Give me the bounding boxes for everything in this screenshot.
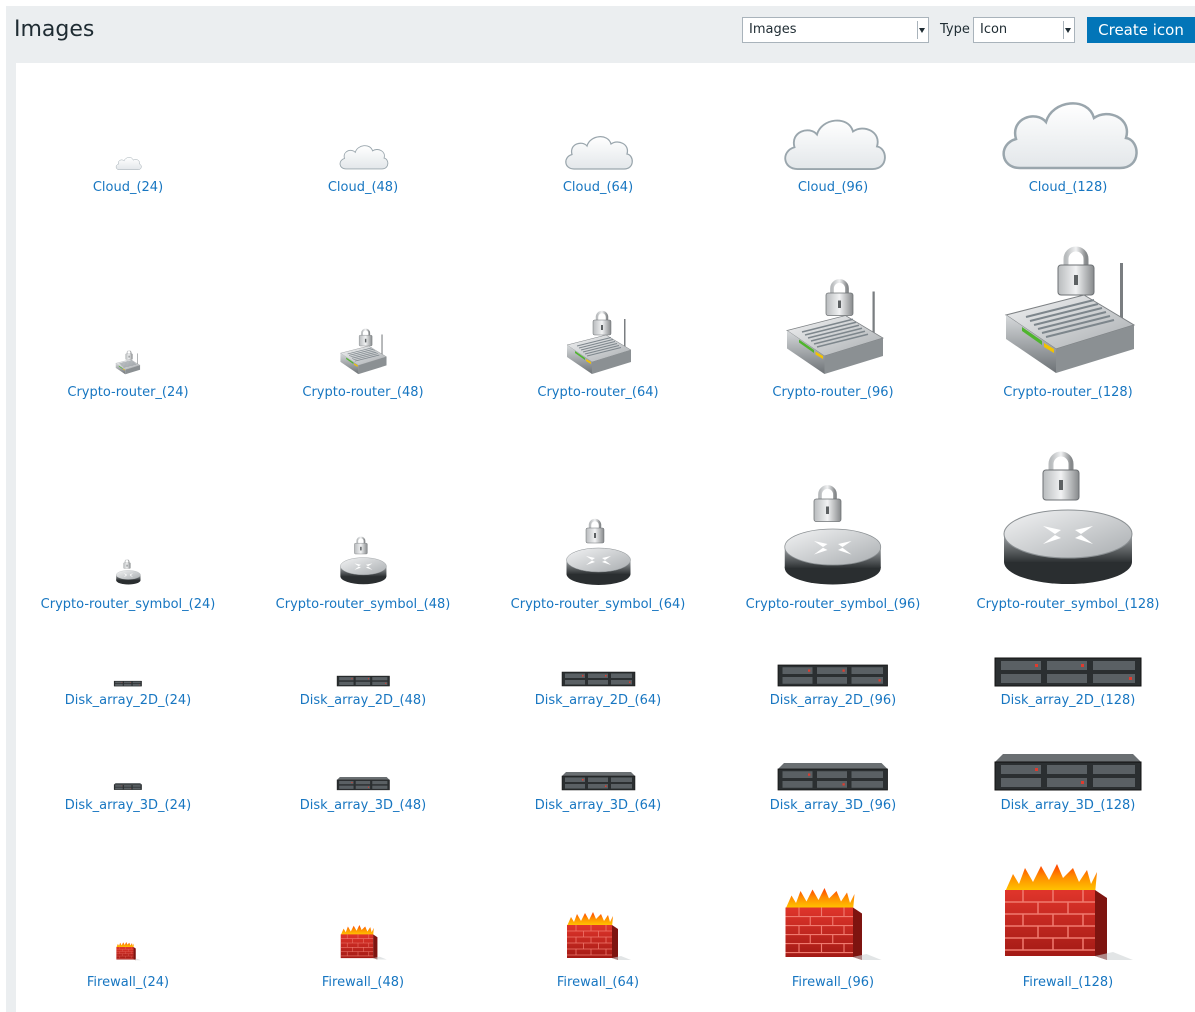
disk-array-2d-icon[interactable] [561, 671, 635, 687]
image-name-link[interactable]: Disk_array_3D_(96) [733, 798, 933, 813]
crypto-router-symbol-icon[interactable] [115, 559, 141, 585]
image-category-select[interactable]: Images [742, 17, 929, 43]
disk-array-3d-icon[interactable] [336, 777, 390, 791]
create-icon-button[interactable]: Create icon [1087, 17, 1195, 43]
cloud-icon[interactable] [115, 156, 142, 170]
cloud-icon[interactable] [338, 143, 389, 170]
crypto-router-symbol-icon[interactable] [1003, 450, 1133, 585]
disk-array-3d-icon[interactable] [777, 763, 889, 791]
image-name-link[interactable]: Cloud_(128) [968, 180, 1168, 195]
crypto-router-symbol-icon[interactable] [565, 518, 631, 586]
page-header: Images Images Type Icon Create icon [6, 6, 1195, 52]
image-name-link[interactable]: Crypto-router_(48) [263, 385, 463, 400]
crypto-router-icon[interactable] [565, 310, 632, 375]
image-name-link[interactable]: Crypto-router_symbol_(24) [28, 597, 228, 612]
image-name-link[interactable]: Firewall_(128) [968, 975, 1168, 990]
crypto-router-icon[interactable] [1002, 245, 1136, 375]
firewall-icon[interactable] [116, 941, 141, 960]
type-label: Type [940, 22, 970, 37]
image-grid: Cloud_(24) Cloud_(48) Cloud_(64) Cloud_(… [16, 63, 1195, 1012]
image-name-link[interactable]: Disk_array_2D_(64) [498, 693, 698, 708]
app-frame: Images Images Type Icon Create icon Clou… [6, 6, 1195, 1012]
image-name-link[interactable]: Cloud_(48) [263, 180, 463, 195]
disk-array-2d-icon[interactable] [336, 675, 390, 687]
disk-array-3d-icon[interactable] [994, 754, 1142, 791]
image-name-link[interactable]: Cloud_(64) [498, 180, 698, 195]
image-name-link[interactable]: Firewall_(24) [28, 975, 228, 990]
crypto-router-icon[interactable] [115, 350, 141, 375]
image-name-link[interactable]: Crypto-router_(24) [28, 385, 228, 400]
image-name-link[interactable]: Disk_array_3D_(64) [498, 798, 698, 813]
cloud-icon[interactable] [998, 96, 1138, 170]
image-name-link[interactable]: Cloud_(24) [28, 180, 228, 195]
image-category-select-value: Images [749, 22, 797, 37]
crypto-router-symbol-icon[interactable] [784, 484, 882, 585]
image-name-link[interactable]: Crypto-router_symbol_(64) [498, 597, 698, 612]
type-select[interactable]: Icon [973, 17, 1075, 43]
crypto-router-icon[interactable] [784, 278, 884, 376]
image-name-link[interactable]: Disk_array_2D_(48) [263, 693, 463, 708]
disk-array-2d-icon[interactable] [994, 657, 1142, 687]
crypto-router-symbol-icon[interactable] [339, 536, 387, 585]
image-name-link[interactable]: Cloud_(96) [733, 180, 933, 195]
image-name-link[interactable]: Firewall_(48) [263, 975, 463, 990]
image-name-link[interactable]: Firewall_(64) [498, 975, 698, 990]
image-name-link[interactable]: Disk_array_2D_(128) [968, 693, 1168, 708]
image-name-link[interactable]: Firewall_(96) [733, 975, 933, 990]
firewall-icon[interactable] [340, 925, 387, 960]
image-name-link[interactable]: Crypto-router_(128) [968, 385, 1168, 400]
disk-array-3d-icon[interactable] [114, 783, 142, 791]
image-name-link[interactable]: Disk_array_3D_(24) [28, 798, 228, 813]
cloud-icon[interactable] [781, 115, 886, 171]
disk-array-2d-icon[interactable] [114, 680, 142, 687]
chevron-down-icon [1063, 21, 1071, 39]
type-select-value: Icon [980, 22, 1008, 37]
firewall-icon[interactable] [784, 888, 882, 960]
firewall-icon[interactable] [1003, 864, 1133, 960]
crypto-router-icon[interactable] [339, 328, 388, 375]
chevron-down-icon [917, 21, 925, 39]
image-name-link[interactable]: Crypto-router_(64) [498, 385, 698, 400]
image-name-link[interactable]: Disk_array_2D_(96) [733, 693, 933, 708]
page-title: Images [14, 17, 95, 42]
image-name-link[interactable]: Crypto-router_symbol_(48) [263, 597, 463, 612]
image-name-link[interactable]: Disk_array_3D_(128) [968, 798, 1168, 813]
image-name-link[interactable]: Disk_array_3D_(48) [263, 798, 463, 813]
cloud-icon[interactable] [563, 133, 633, 170]
image-name-link[interactable]: Disk_array_2D_(24) [28, 693, 228, 708]
image-name-link[interactable]: Crypto-router_symbol_(96) [733, 597, 933, 612]
image-name-link[interactable]: Crypto-router_symbol_(128) [968, 597, 1168, 612]
disk-array-2d-icon[interactable] [777, 664, 889, 687]
image-name-link[interactable]: Crypto-router_(96) [733, 385, 933, 400]
firewall-icon[interactable] [566, 912, 631, 960]
disk-array-3d-icon[interactable] [561, 772, 635, 791]
